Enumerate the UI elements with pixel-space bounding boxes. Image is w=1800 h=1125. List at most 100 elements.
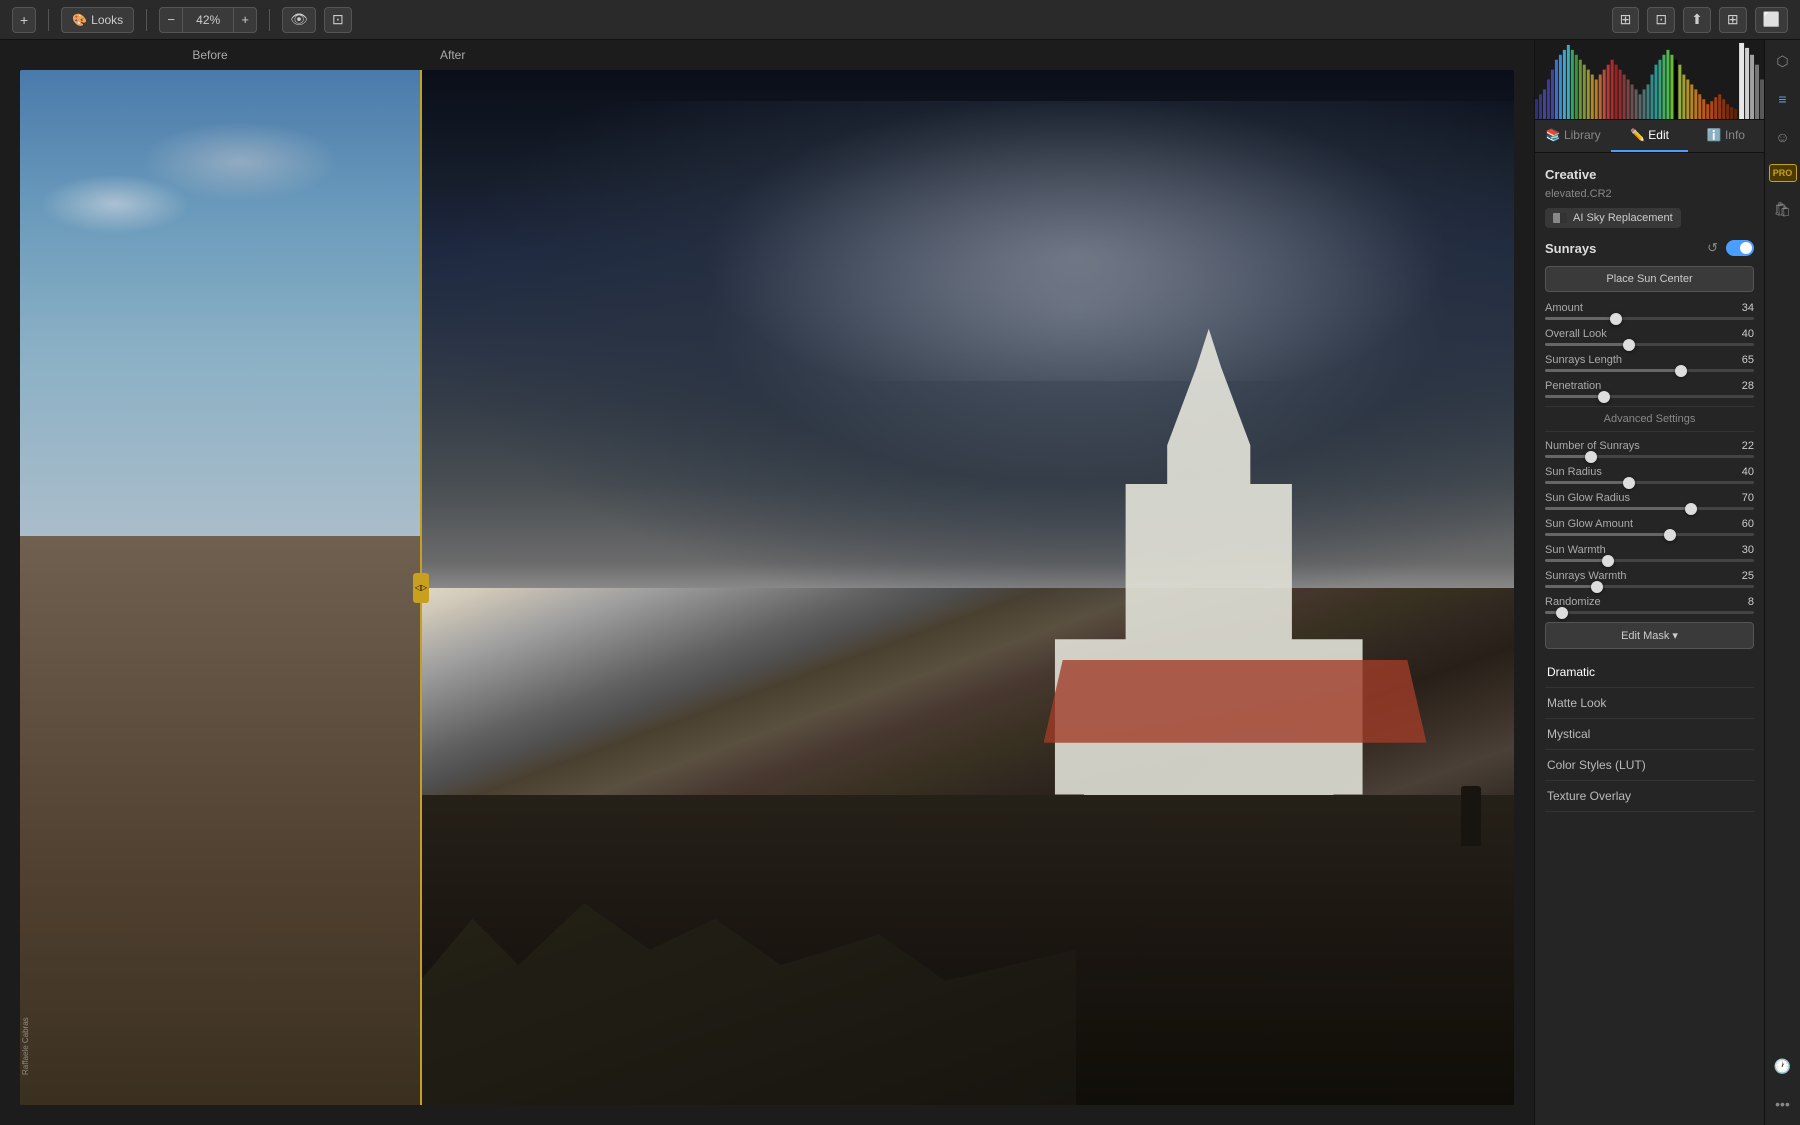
num-sunrays-thumb[interactable] bbox=[1585, 451, 1597, 463]
randomize-track[interactable] bbox=[1545, 611, 1754, 614]
penetration-thumb[interactable] bbox=[1598, 391, 1610, 403]
export-button[interactable]: ⬆ bbox=[1683, 7, 1711, 33]
sunrays-warmth-thumb[interactable] bbox=[1591, 581, 1603, 593]
sun-warmth-fill bbox=[1545, 559, 1608, 562]
right-panel: 📚 Library ✏️ Edit ℹ️ Info Creative eleva… bbox=[1534, 40, 1764, 1125]
face-icon[interactable]: ☺ bbox=[1772, 126, 1794, 148]
section-title: Creative bbox=[1545, 167, 1754, 182]
clock-icon[interactable]: 🕐 bbox=[1772, 1055, 1794, 1077]
amount-fill bbox=[1545, 317, 1616, 320]
mystical-item[interactable]: Mystical bbox=[1545, 719, 1754, 750]
main-toolbar: + 🎨 Looks − 42% + 👁 ⊡ ⊞ ⊡ ⬆ ⊞ ⬜ bbox=[0, 0, 1800, 40]
num-sunrays-value: 22 bbox=[1742, 440, 1754, 452]
image-before: Raffaele Cabras bbox=[20, 70, 420, 1105]
compare-button[interactable]: ⊡ bbox=[324, 7, 352, 33]
randomize-thumb[interactable] bbox=[1556, 607, 1568, 619]
panel-scroll[interactable]: Creative elevated.CR2 AI Sky Replacement… bbox=[1535, 153, 1764, 1125]
overall-look-fill bbox=[1545, 343, 1629, 346]
preview-button[interactable]: 👁 bbox=[282, 7, 316, 33]
bottom-list: Dramatic Matte Look Mystical Color Style… bbox=[1545, 657, 1754, 812]
amount-value: 34 bbox=[1742, 302, 1754, 314]
tab-library[interactable]: 📚 Library bbox=[1535, 120, 1611, 152]
sun-warmth-thumb[interactable] bbox=[1602, 555, 1614, 567]
sliders-icon[interactable]: ≡ bbox=[1772, 88, 1794, 110]
sunrays-title: Sunrays bbox=[1545, 241, 1596, 256]
sunrays-length-track[interactable] bbox=[1545, 369, 1754, 372]
bag-icon[interactable]: 🛍 bbox=[1772, 198, 1794, 220]
overall-look-track[interactable] bbox=[1545, 343, 1754, 346]
num-sunrays-slider-row: Number of Sunrays 22 bbox=[1545, 440, 1754, 458]
dramatic-item[interactable]: Dramatic bbox=[1545, 657, 1754, 688]
sunrays-reset-button[interactable]: ↺ bbox=[1705, 238, 1720, 258]
advanced-settings-label[interactable]: Advanced Settings bbox=[1545, 406, 1754, 432]
separator-1 bbox=[48, 9, 49, 31]
apps-button[interactable]: ⊞ bbox=[1719, 7, 1747, 33]
sunrays-warmth-track[interactable] bbox=[1545, 585, 1754, 588]
sun-radius-label: Sun Radius bbox=[1545, 466, 1602, 478]
penetration-slider-row: Penetration 28 bbox=[1545, 380, 1754, 398]
more-icon[interactable]: ••• bbox=[1772, 1093, 1794, 1115]
randomize-label: Randomize bbox=[1545, 596, 1601, 608]
watermark: Raffaele Cabras bbox=[21, 1017, 30, 1075]
image-container: Raffaele Cabras bbox=[20, 70, 1514, 1105]
overall-look-thumb[interactable] bbox=[1623, 339, 1635, 351]
sun-radius-value: 40 bbox=[1742, 466, 1754, 478]
sun-warmth-label: Sun Warmth bbox=[1545, 544, 1606, 556]
edit-mask-button[interactable]: Edit Mask ▾ bbox=[1545, 622, 1754, 649]
sun-glow-radius-slider-row: Sun Glow Radius 70 bbox=[1545, 492, 1754, 510]
histogram-area bbox=[1535, 40, 1764, 120]
separator-2 bbox=[146, 9, 147, 31]
sun-warmth-track[interactable] bbox=[1545, 559, 1754, 562]
looks-button[interactable]: 🎨 Looks bbox=[61, 7, 134, 33]
crop-button[interactable]: ⊡ bbox=[1647, 7, 1675, 33]
separator-3 bbox=[269, 9, 270, 31]
sun-glow-amount-thumb[interactable] bbox=[1664, 529, 1676, 541]
randomize-slider-row: Randomize 8 bbox=[1545, 596, 1754, 614]
sun-glow-amount-track[interactable] bbox=[1545, 533, 1754, 536]
edit-icon: ✏️ bbox=[1630, 128, 1645, 142]
sunrays-length-value: 65 bbox=[1742, 354, 1754, 366]
sun-radius-track[interactable] bbox=[1545, 481, 1754, 484]
sun-radius-thumb[interactable] bbox=[1623, 477, 1635, 489]
sunrays-length-thumb[interactable] bbox=[1675, 365, 1687, 377]
split-line[interactable]: ◁▷ bbox=[420, 70, 422, 1105]
tab-edit-label: Edit bbox=[1648, 128, 1669, 142]
overall-look-value: 40 bbox=[1742, 328, 1754, 340]
tab-info[interactable]: ℹ️ Info bbox=[1688, 120, 1764, 152]
zoom-plus-button[interactable]: + bbox=[233, 7, 257, 33]
info-icon: ℹ️ bbox=[1707, 128, 1722, 142]
tab-library-label: Library bbox=[1564, 128, 1601, 142]
sun-glow-amount-label: Sun Glow Amount bbox=[1545, 518, 1633, 530]
sunrays-warmth-fill bbox=[1545, 585, 1597, 588]
grid-button[interactable]: ⊞ bbox=[1612, 7, 1640, 33]
before-after-labels: Before After bbox=[0, 48, 1534, 62]
penetration-value: 28 bbox=[1742, 380, 1754, 392]
color-styles-item[interactable]: Color Styles (LUT) bbox=[1545, 750, 1754, 781]
sun-glow-amount-slider-row: Sun Glow Amount 60 bbox=[1545, 518, 1754, 536]
tab-edit[interactable]: ✏️ Edit bbox=[1611, 120, 1687, 152]
matte-look-item[interactable]: Matte Look bbox=[1545, 688, 1754, 719]
texture-overlay-item[interactable]: Texture Overlay bbox=[1545, 781, 1754, 812]
split-handle[interactable]: ◁▷ bbox=[413, 573, 429, 603]
add-button[interactable]: + bbox=[12, 7, 36, 33]
overall-look-label: Overall Look bbox=[1545, 328, 1607, 340]
sun-glow-radius-track[interactable] bbox=[1545, 507, 1754, 510]
ai-sky-pill[interactable]: AI Sky Replacement bbox=[1545, 208, 1681, 228]
layers-icon[interactable]: ⬡ bbox=[1772, 50, 1794, 72]
image-after bbox=[420, 70, 1514, 1105]
amount-thumb[interactable] bbox=[1610, 313, 1622, 325]
sunrays-toggle[interactable] bbox=[1726, 240, 1754, 256]
sun-glow-radius-thumb[interactable] bbox=[1685, 503, 1697, 515]
file-name: elevated.CR2 bbox=[1545, 188, 1754, 200]
amount-label: Amount bbox=[1545, 302, 1583, 314]
place-sun-center-button[interactable]: Place Sun Center bbox=[1545, 266, 1754, 292]
zoom-minus-button[interactable]: − bbox=[159, 7, 183, 33]
sun-warmth-slider-row: Sun Warmth 30 bbox=[1545, 544, 1754, 562]
pro-badge[interactable]: PRO bbox=[1769, 164, 1797, 182]
amount-track[interactable] bbox=[1545, 317, 1754, 320]
sun-radius-fill bbox=[1545, 481, 1629, 484]
penetration-track[interactable] bbox=[1545, 395, 1754, 398]
right-icon-sidebar: ⬡ ≡ ☺ PRO 🛍 🕐 ••• bbox=[1764, 40, 1800, 1125]
num-sunrays-track[interactable] bbox=[1545, 455, 1754, 458]
fullscreen-button[interactable]: ⬜ bbox=[1755, 7, 1788, 33]
